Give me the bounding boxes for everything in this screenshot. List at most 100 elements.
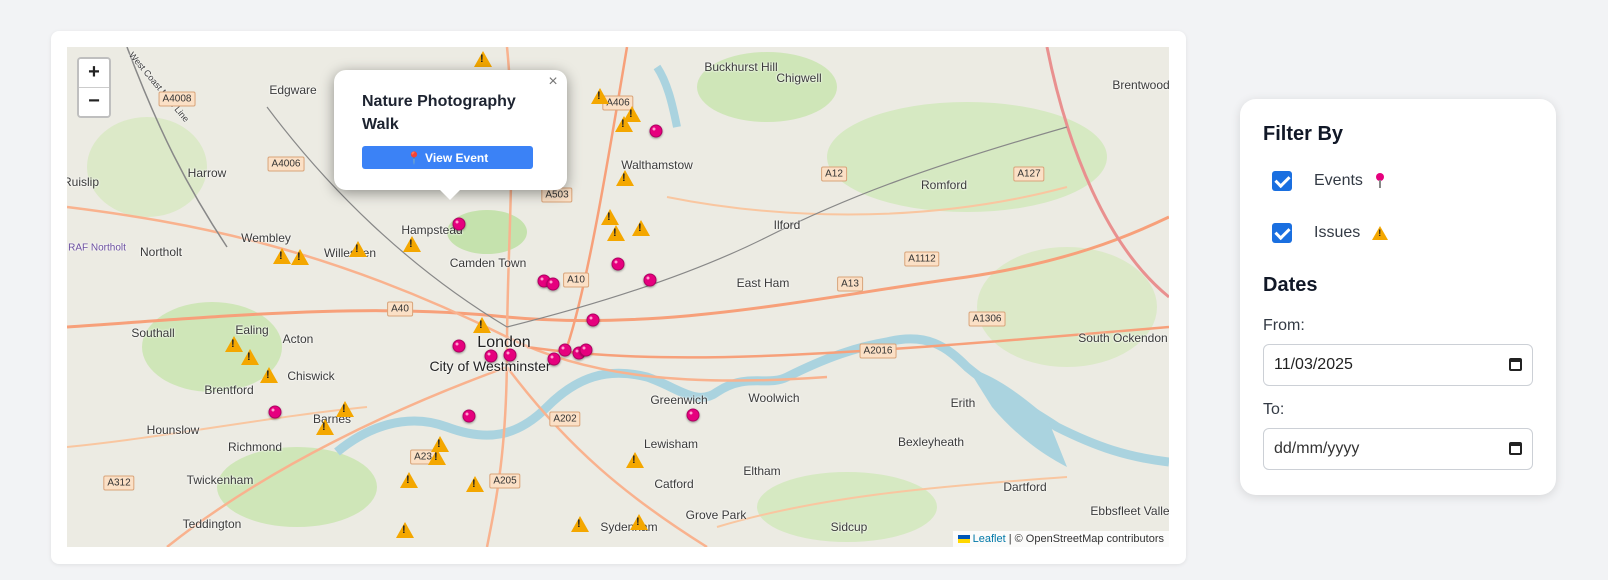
issue-marker[interactable] [630,514,648,530]
place-label: Brentwood [1112,78,1169,92]
issue-marker[interactable] [400,472,418,488]
event-marker[interactable] [643,273,657,287]
events-checkbox[interactable] [1272,171,1292,191]
calendar-icon[interactable] [1509,442,1522,455]
pin-icon [1375,173,1385,189]
issues-checkbox[interactable] [1272,223,1292,243]
filter-heading: Filter By [1263,123,1344,145]
issue-marker[interactable] [607,225,625,241]
calendar-icon[interactable] [1509,358,1522,371]
place-label: East Ham [736,276,790,290]
event-marker[interactable] [452,217,466,231]
attribution-text: | © OpenStreetMap contributors [1008,533,1164,545]
place-label: Richmond [227,440,283,454]
issue-marker[interactable] [241,349,259,365]
road-shield: A13 [837,276,863,292]
issue-marker[interactable] [591,88,609,104]
leaflet-link[interactable]: Leaflet [973,533,1006,545]
event-marker[interactable] [579,343,593,357]
issues-filter[interactable]: Issues [1272,222,1389,244]
event-marker[interactable] [452,339,466,353]
issue-marker[interactable] [336,401,354,417]
place-label: Dartford [1003,480,1047,494]
from-label: From: [1263,317,1305,334]
issue-marker[interactable] [615,116,633,132]
place-label: Wembley [241,231,291,245]
issue-marker[interactable] [466,476,484,492]
issue-marker[interactable] [273,248,291,264]
place-label: Catford [654,477,694,491]
place-label: Ebbsfleet Valley [1090,504,1169,518]
zoom-in-button[interactable]: + [79,59,109,88]
road-shield: A1112 [904,251,940,267]
popup-close-button[interactable]: × [545,73,561,91]
place-label: Southall [131,326,175,340]
from-date-value: 11/03/2025 [1274,356,1353,373]
place-label: Greenwich [650,393,708,407]
issue-marker[interactable] [428,449,446,465]
ukraine-flag-icon [957,535,970,544]
issue-marker[interactable] [473,317,491,333]
event-popup: × Nature Photography Walk 📍 View Event [334,70,567,190]
place-label: Ilford [773,218,801,232]
issue-marker[interactable] [474,51,492,67]
event-marker[interactable] [547,352,561,366]
to-date-input[interactable]: dd/mm/yyyy [1263,428,1533,470]
event-marker[interactable] [611,257,625,271]
issue-marker[interactable] [316,419,334,435]
issue-marker[interactable] [403,236,421,252]
place-label: Buckhurst Hill [704,60,778,74]
filter-panel: Filter By Events Issues Dates From: 11/0… [1240,99,1556,495]
place-label: Ealing [235,323,269,337]
view-event-button[interactable]: 📍 View Event [362,146,533,169]
place-label: Sydenham [600,520,658,534]
place-label: London [477,334,531,351]
issue-marker[interactable] [571,516,589,532]
events-filter[interactable]: Events [1272,170,1385,192]
place-label: RAF Northolt [68,242,126,254]
place-label: Twickenham [186,473,254,487]
place-label: Camden Town [449,256,527,270]
event-marker[interactable] [586,313,600,327]
issue-marker[interactable] [349,241,367,257]
place-label: Chigwell [776,71,822,85]
issues-label: Issues [1314,224,1361,241]
issue-marker[interactable] [396,522,414,538]
place-label: Acton [282,332,314,346]
warning-icon [1372,226,1389,240]
dates-heading: Dates [1263,274,1318,296]
place-label: Eltham [743,464,781,478]
road-shield: A1306 [968,311,1006,327]
issue-marker[interactable] [632,220,650,236]
issue-marker[interactable] [616,170,634,186]
zoom-out-button[interactable]: − [79,88,109,116]
event-marker[interactable] [484,349,498,363]
event-marker[interactable] [462,409,476,423]
issue-marker[interactable] [291,249,309,265]
road-shield: A12 [821,166,847,182]
place-label: Northolt [139,245,183,259]
event-marker[interactable] [546,277,560,291]
place-label: Erith [950,396,976,410]
event-marker[interactable] [686,408,700,422]
issue-marker[interactable] [260,367,278,383]
road-shield: A205 [489,473,521,489]
from-date-input[interactable]: 11/03/2025 [1263,344,1533,386]
place-label: South Ockendon [1078,331,1168,345]
road-shield: A4006 [267,156,305,172]
event-marker[interactable] [268,405,282,419]
event-marker[interactable] [649,124,663,138]
map-attribution: Leaflet | © OpenStreetMap contributors [952,531,1169,547]
issue-marker[interactable] [626,452,644,468]
map-view[interactable]: London City of Westminster Hampstead Cam… [67,47,1169,547]
place-label: Chiswick [287,369,335,383]
road-shield: A10 [563,272,589,288]
event-marker[interactable] [558,343,572,357]
popup-tip [440,190,460,200]
issue-marker[interactable] [601,209,619,225]
to-label: To: [1263,401,1285,418]
place-label: Lewisham [643,437,699,451]
place-label: Grove Park [685,508,747,522]
place-label: Brentford [204,383,254,397]
event-marker[interactable] [503,348,517,362]
